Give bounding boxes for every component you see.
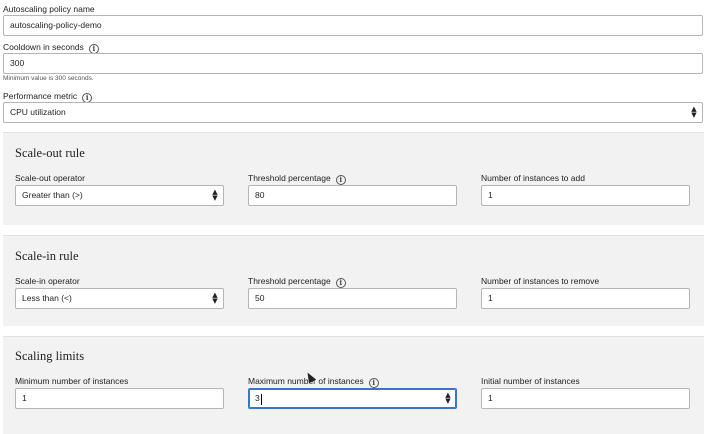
metric-select[interactable]: CPU utilization ▲ ▼ <box>3 102 703 123</box>
initial-instances-input[interactable]: 1 <box>481 388 690 409</box>
scale-in-operator-value: Less than (<) <box>22 293 72 303</box>
initial-instances-label: Initial number of instances <box>481 376 580 386</box>
scale-in-instances-label: Number of instances to remove <box>481 276 600 286</box>
scale-in-threshold-label-text: Threshold percentage <box>248 276 331 286</box>
cooldown-hint: Minimum value is 300 seconds. <box>3 75 94 82</box>
scale-in-operator-label: Scale-in operator <box>15 276 80 286</box>
scale-in-title: Scale-in rule <box>15 249 79 263</box>
policy-name-label: Autoscaling policy name <box>3 4 95 14</box>
cooldown-value: 300 <box>10 58 25 68</box>
scale-out-operator-select[interactable]: Greater than (>) ▲ ▼ <box>15 185 224 206</box>
scale-out-instances-value: 1 <box>488 190 493 200</box>
scale-out-instances-input[interactable]: 1 <box>481 185 690 206</box>
stepper-icon[interactable]: ▲ ▼ <box>444 392 452 405</box>
scaling-limits-panel: Scaling limits Minimum number of instanc… <box>3 336 704 434</box>
policy-name-value: autoscaling-policy-demo <box>10 20 102 30</box>
scale-out-operator-value: Greater than (>) <box>22 190 83 200</box>
scaling-limits-title: Scaling limits <box>15 349 85 363</box>
initial-instances-value: 1 <box>488 393 493 403</box>
cooldown-input[interactable]: 300 <box>3 53 703 74</box>
info-icon[interactable]: i <box>335 278 346 288</box>
scale-out-threshold-label: Threshold percentage i <box>248 173 346 185</box>
select-caret-icon: ▲ ▼ <box>212 291 218 305</box>
policy-name-input[interactable]: autoscaling-policy-demo <box>3 15 703 36</box>
scale-in-operator-select[interactable]: Less than (<) ▲ ▼ <box>15 288 224 309</box>
text-cursor <box>261 394 262 405</box>
scale-out-threshold-input[interactable]: 80 <box>248 185 457 206</box>
scale-out-operator-label: Scale-out operator <box>15 173 85 183</box>
scale-in-instances-value: 1 <box>488 293 493 303</box>
min-instances-value: 1 <box>22 393 27 403</box>
min-instances-label: Minimum number of instances <box>15 376 129 386</box>
scale-out-panel: Scale-out rule Scale-out operator Greate… <box>3 132 704 225</box>
scale-in-threshold-input[interactable]: 50 <box>248 288 457 309</box>
scale-out-threshold-value: 80 <box>255 190 265 200</box>
scale-out-instances-label: Number of instances to add <box>481 173 585 183</box>
metric-label-text: Performance metric <box>3 91 78 101</box>
info-icon[interactable]: i <box>335 175 346 185</box>
scale-out-threshold-label-text: Threshold percentage <box>248 173 331 183</box>
min-instances-input[interactable]: 1 <box>15 388 224 409</box>
select-caret-icon: ▲ ▼ <box>691 105 697 119</box>
scale-out-title: Scale-out rule <box>15 146 85 160</box>
metric-selected: CPU utilization <box>10 107 66 117</box>
cooldown-label-text: Cooldown in seconds <box>3 42 84 52</box>
scale-in-threshold-label: Threshold percentage i <box>248 276 346 288</box>
select-caret-icon: ▲ ▼ <box>212 188 218 202</box>
scale-in-panel: Scale-in rule Scale-in operator Less tha… <box>3 235 704 326</box>
scale-in-threshold-value: 50 <box>255 293 265 303</box>
max-instances-input[interactable]: 3 ▲ ▼ <box>248 388 457 409</box>
info-icon[interactable]: i <box>368 378 379 388</box>
scale-in-instances-input[interactable]: 1 <box>481 288 690 309</box>
max-instances-value: 3 <box>255 393 260 403</box>
